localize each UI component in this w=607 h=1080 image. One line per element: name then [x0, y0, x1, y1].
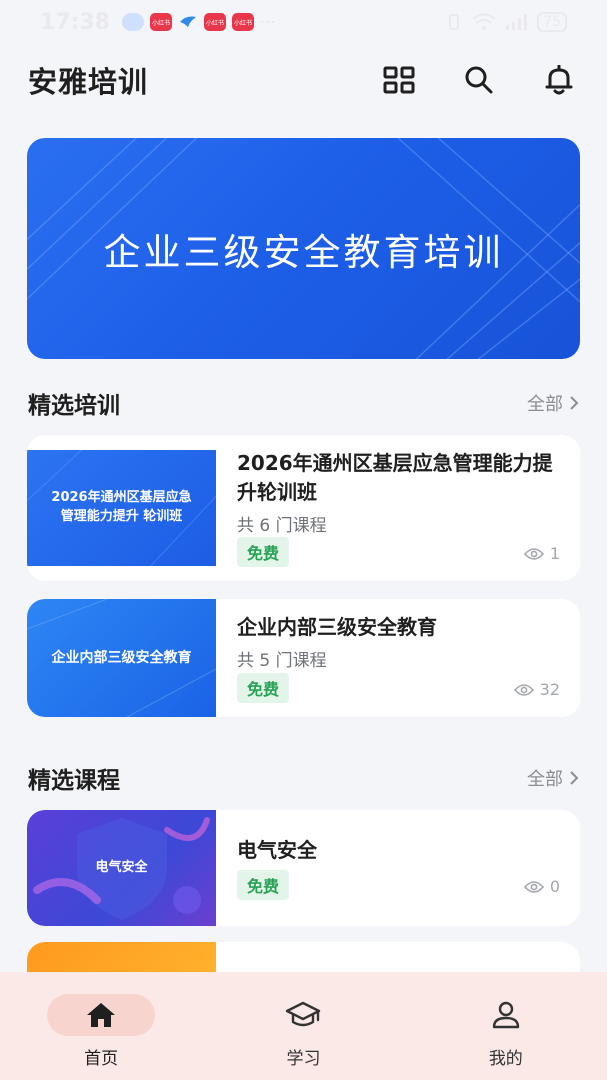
xiaohongshu-icon: 小红书	[204, 13, 227, 31]
view-all-label: 全部	[527, 394, 563, 415]
header-actions	[379, 60, 579, 100]
search-button[interactable]	[459, 60, 499, 100]
view-count-value: 1	[549, 544, 560, 563]
view-count-value: 32	[539, 680, 560, 699]
bird-app-icon	[178, 10, 198, 34]
banner-title: 企业三级安全教育培训	[103, 230, 504, 274]
tab-icon-container	[452, 994, 560, 1036]
app-title: 安雅培训	[28, 65, 149, 99]
tab-label: 我的	[488, 1049, 523, 1069]
card-body: 电气安全 免费 0	[237, 836, 560, 904]
course-count: 共 5 门课程	[237, 651, 327, 671]
notification-button[interactable]	[539, 60, 579, 100]
view-all-courses-link[interactable]: 全部	[527, 765, 579, 791]
card-body: 企业内部三级安全教育 共 5 门课程 免费 32	[237, 613, 560, 703]
notification-icons: 小红书 小红书 小红书 ···	[122, 10, 277, 34]
vibrate-icon	[449, 14, 460, 30]
status-time: 17:38	[40, 9, 111, 35]
bell-icon	[545, 65, 573, 95]
tab-home[interactable]: 首页	[0, 972, 202, 1080]
tab-icon-container	[47, 994, 156, 1036]
signal-icon	[506, 14, 528, 30]
tab-icon-container	[249, 994, 357, 1036]
tab-profile[interactable]: 我的	[405, 972, 607, 1080]
search-icon	[465, 66, 493, 94]
training-thumbnail: 企业内部三级安全教育	[27, 599, 216, 717]
course-title: 电气安全	[237, 838, 317, 862]
view-count: 32	[513, 680, 560, 699]
tab-label: 首页	[84, 1049, 119, 1069]
training-card[interactable]: 企业内部三级安全教育 企业内部三级安全教育 共 5 门课程 免费 32	[27, 599, 580, 717]
eye-icon	[523, 547, 544, 560]
chevron-right-icon	[570, 771, 579, 785]
xiaohongshu-icon: 小红书	[150, 13, 173, 31]
training-thumbnail: 2026年通州区基层应急管理能力提升 轮训班	[27, 450, 216, 566]
system-icons: 75	[445, 12, 567, 32]
thumb-title: 企业内部三级安全教育	[51, 649, 192, 666]
grid-icon	[383, 66, 415, 94]
chevron-right-icon	[570, 396, 579, 410]
app-header: 安雅培训	[0, 55, 607, 105]
grid-menu-button[interactable]	[379, 60, 419, 100]
battery-icon: 75	[537, 12, 567, 32]
free-tag: 免费	[237, 673, 290, 703]
bottom-tab-bar: 首页 学习 我的	[0, 972, 607, 1080]
course-count: 共 6 门课程	[237, 516, 327, 536]
tab-study[interactable]: 学习	[202, 972, 404, 1080]
training-title: 企业内部三级安全教育	[237, 615, 437, 639]
thumb-title: 电气安全	[95, 859, 148, 875]
view-all-label: 全部	[527, 769, 563, 790]
free-tag: 免费	[237, 537, 290, 567]
thumb-title: 2026年通州区基层应急管理能力提升 轮训班	[51, 490, 192, 524]
view-count: 1	[523, 544, 560, 563]
free-tag: 免费	[237, 870, 290, 900]
more-notifications-icon: ···	[260, 15, 277, 29]
section-title: 精选课程	[28, 768, 120, 794]
graduation-cap-icon	[286, 1001, 321, 1027]
xiaohongshu-icon: 小红书	[232, 13, 255, 31]
course-thumbnail: 电气安全	[27, 810, 216, 926]
eye-icon	[513, 683, 534, 696]
training-card[interactable]: 2026年通州区基层应急管理能力提升 轮训班 2026年通州区基层应急管理能力提…	[27, 435, 580, 581]
status-bar: 17:38 小红书 小红书 小红书 ··· 75	[0, 0, 607, 44]
view-count: 0	[523, 877, 560, 896]
training-title: 2026年通州区基层应急管理能力提升轮训班	[237, 451, 553, 504]
eye-icon	[523, 880, 544, 893]
tab-label: 学习	[286, 1049, 321, 1069]
course-card[interactable]: 电气安全 电气安全 免费 0	[27, 810, 580, 926]
user-icon	[492, 1001, 520, 1029]
wifi-icon	[472, 13, 496, 30]
featured-training-header: 精选培训 全部	[28, 386, 579, 420]
view-all-training-link[interactable]: 全部	[527, 390, 579, 416]
card-body: 2026年通州区基层应急管理能力提升轮训班 共 6 门课程 免费 1	[237, 449, 560, 567]
view-count-value: 0	[549, 877, 560, 896]
section-title: 精选培训	[28, 393, 120, 419]
cloud-app-icon	[122, 13, 145, 31]
featured-courses-header: 精选课程 全部	[28, 761, 579, 795]
promo-banner[interactable]: 企业三级安全教育培训	[27, 138, 580, 359]
home-icon	[87, 1003, 116, 1027]
